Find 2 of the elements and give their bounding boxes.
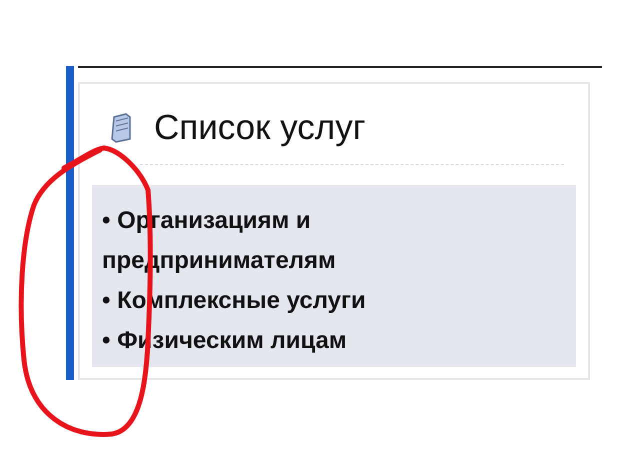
section-title: Список услуг: [154, 108, 366, 148]
document-icon: [110, 113, 132, 143]
